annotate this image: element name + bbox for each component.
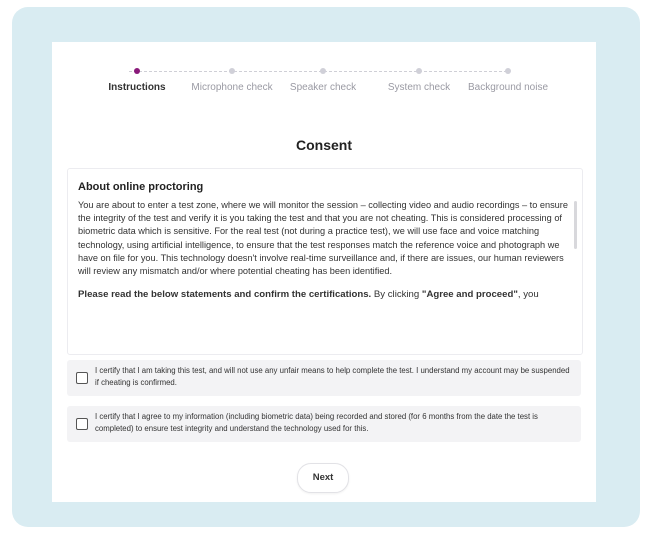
progress-stepper: Instructions Microphone check Speaker ch… <box>82 66 562 106</box>
next-button[interactable]: Next <box>297 463 349 493</box>
step-dot <box>505 68 511 74</box>
instruction-quote: "Agree and proceed" <box>421 289 518 301</box>
step-dot <box>320 68 326 74</box>
certification-text-2: I certify that I agree to my information… <box>95 412 538 433</box>
step-dot <box>416 68 422 74</box>
proctoring-info-panel[interactable]: About online proctoring You are about to… <box>67 168 583 355</box>
info-scrollbar[interactable] <box>574 201 577 249</box>
consent-card: Instructions Microphone check Speaker ch… <box>52 42 596 502</box>
page-title: Consent <box>296 137 352 153</box>
certification-row-1[interactable]: I certify that I am taking this test, an… <box>67 360 581 396</box>
info-heading: About online proctoring <box>78 181 204 193</box>
step-dot <box>229 68 235 74</box>
certification-text-1: I certify that I am taking this test, an… <box>95 366 570 387</box>
info-instruction: Please read the below statements and con… <box>78 288 570 301</box>
certification-checkbox-2[interactable] <box>76 418 88 430</box>
instruction-text: By clicking <box>371 289 422 301</box>
step-label: Background noise <box>467 82 549 93</box>
step-speaker-check: Speaker check <box>268 66 378 93</box>
step-label: Instructions <box>108 82 166 93</box>
instruction-bold: Please read the below statements and con… <box>78 289 372 301</box>
step-label: Speaker check <box>289 82 357 93</box>
step-background-noise: Background noise <box>453 66 563 93</box>
certification-checkbox-1[interactable] <box>76 372 88 384</box>
step-instructions: Instructions <box>82 66 192 93</box>
instruction-text-end: , you <box>517 289 539 301</box>
step-dot-active <box>134 68 140 74</box>
info-body: You are about to enter a test zone, wher… <box>78 200 568 277</box>
certification-row-2[interactable]: I certify that I agree to my information… <box>67 406 581 442</box>
